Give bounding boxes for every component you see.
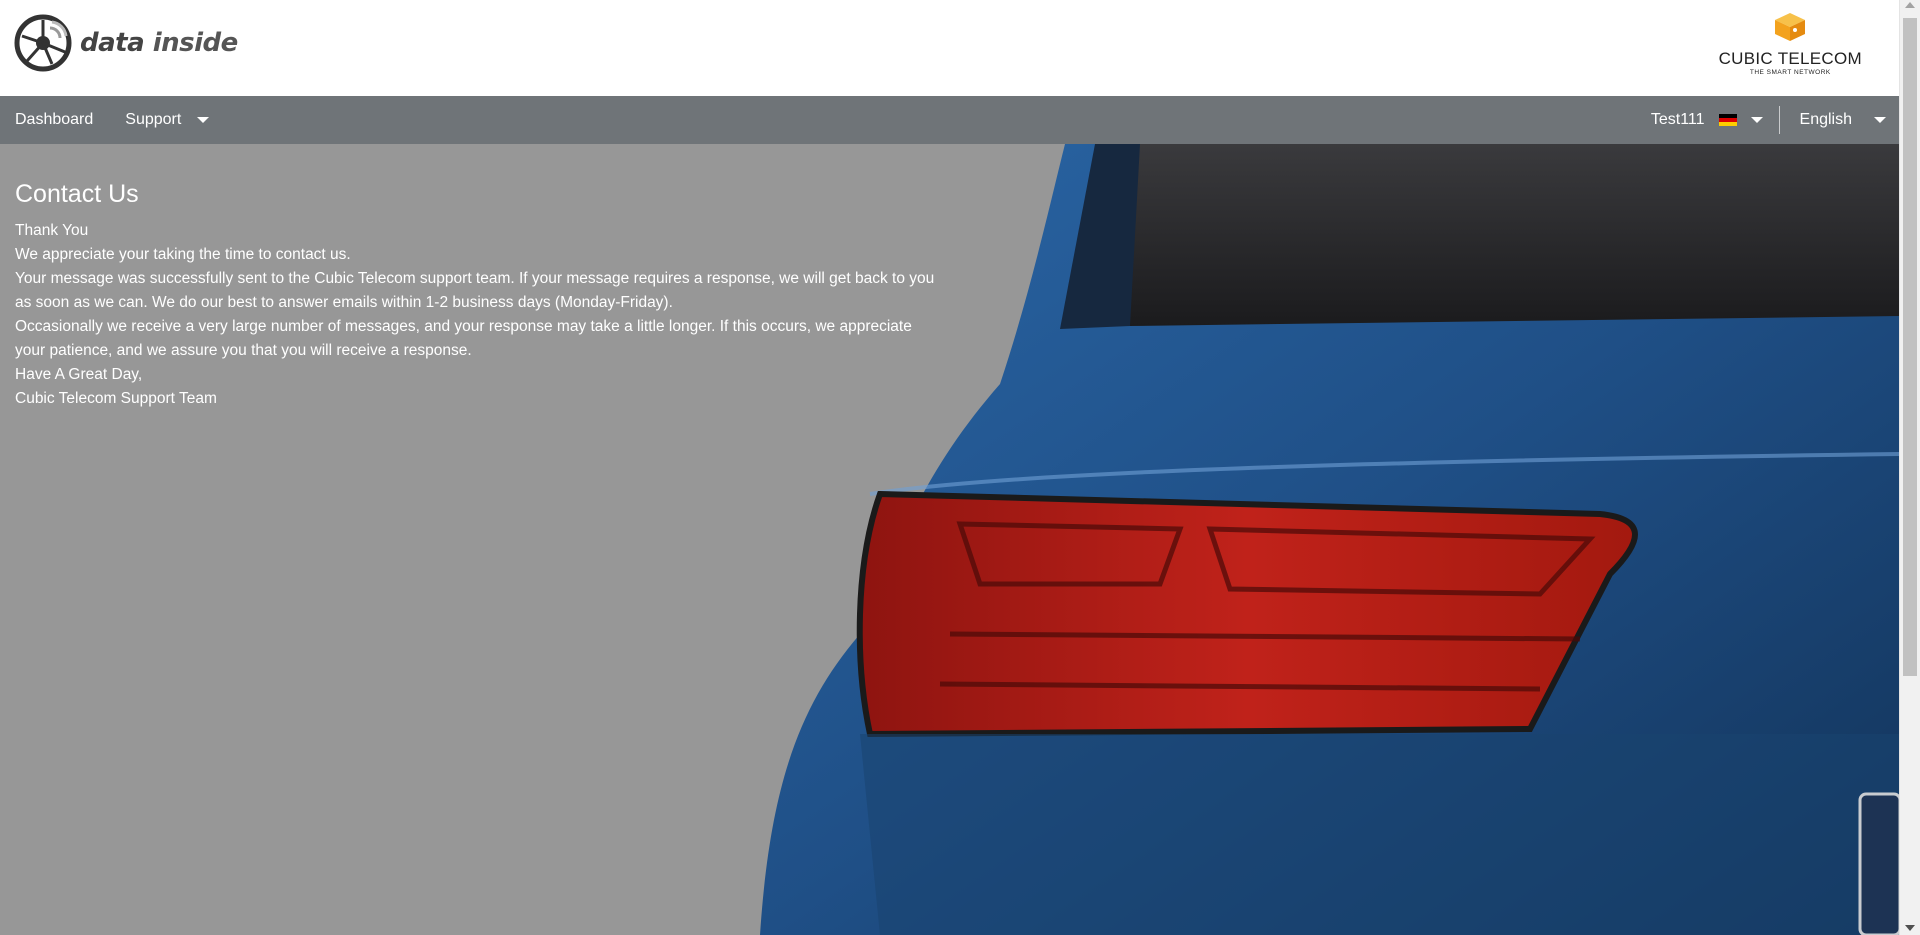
- user-menu-dropdown[interactable]: Test111: [1651, 111, 1779, 129]
- nav-support-label: Support: [125, 111, 182, 128]
- wheel-signal-icon: [14, 14, 72, 72]
- nav-dashboard[interactable]: Dashboard: [15, 111, 93, 129]
- nav-support-dropdown[interactable]: Support: [125, 111, 210, 129]
- language-label: English: [1799, 111, 1852, 128]
- message-line: Have A Great Day,: [15, 366, 143, 383]
- cube-icon: [1775, 13, 1806, 41]
- main-content: Contact Us Thank You We appreciate your …: [0, 144, 1900, 935]
- data-inside-logo[interactable]: data inside: [14, 14, 238, 72]
- logo-text-rest: inside: [144, 28, 239, 58]
- message-line: Cubic Telecom Support Team: [15, 390, 217, 407]
- scroll-up-arrow-icon[interactable]: [1905, 2, 1915, 8]
- scroll-down-arrow-icon[interactable]: [1905, 925, 1915, 931]
- nav-right: Test111 English: [1651, 96, 1890, 144]
- message-line: Your message was successfully sent to th…: [15, 270, 935, 311]
- vertical-scrollbar[interactable]: [1899, 0, 1920, 935]
- logo-text: data inside: [80, 28, 238, 58]
- nav-left: Dashboard Support: [15, 96, 210, 144]
- nav-dashboard-label: Dashboard: [15, 111, 94, 128]
- message-line: We appreciate your taking the time to co…: [15, 246, 351, 263]
- chevron-down-icon: [1750, 117, 1763, 123]
- message-line: Occasionally we receive a very large num…: [15, 318, 912, 359]
- chevron-down-icon: [197, 117, 210, 123]
- message-line: Thank You: [15, 222, 89, 239]
- page-title: Contact Us: [15, 180, 139, 208]
- brand-tagline: THE SMART NETWORK: [1749, 69, 1831, 76]
- language-dropdown[interactable]: English: [1780, 111, 1890, 129]
- germany-flag-icon: [1718, 114, 1737, 126]
- brand-name: CUBIC TELECOM: [1718, 49, 1862, 68]
- user-name: Test111: [1650, 111, 1705, 128]
- chevron-down-icon: [1874, 117, 1886, 123]
- scroll-thumb[interactable]: [1903, 18, 1917, 676]
- top-navbar: Dashboard Support Test111 English: [0, 96, 1900, 144]
- cubic-telecom-logo[interactable]: CUBIC TELECOM THE SMART NETWORK: [1719, 12, 1862, 76]
- logo-text-bold: data: [80, 28, 145, 58]
- header: data inside CUBIC TELECOM THE SMART NETW…: [0, 0, 1900, 96]
- contact-message: Contact Us Thank You We appreciate your …: [15, 180, 935, 411]
